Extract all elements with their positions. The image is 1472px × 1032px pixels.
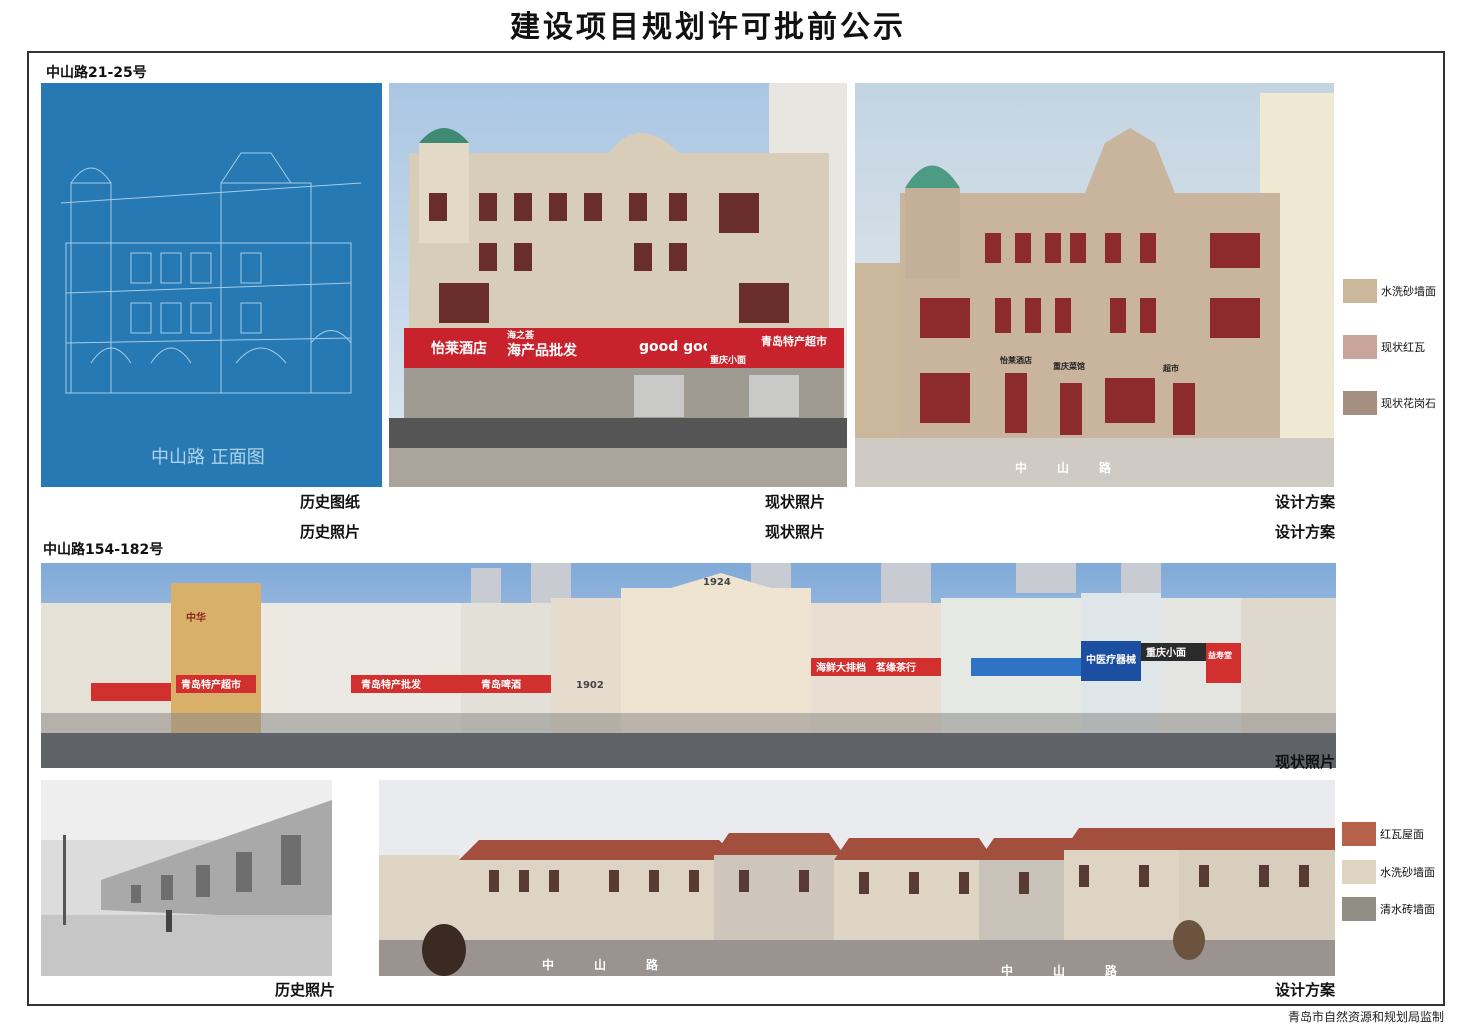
pano-sign-6: 1924	[703, 577, 731, 588]
sign-seafood: 海产品批发	[507, 342, 578, 359]
blueprint-text: 中山路 正面图	[151, 447, 265, 468]
sign-specialty: 青岛特产超市	[761, 334, 827, 348]
blueprint-image: 中山路 正面图	[41, 83, 382, 487]
caption-current-photo-2: 现状照片	[764, 523, 825, 541]
pano-sign-5: 1902	[576, 680, 604, 691]
caption-design-3: 设计方案	[1274, 981, 1335, 999]
design-sign-market: 超市	[1162, 363, 1179, 373]
caption-current-photo-3: 现状照片	[1274, 753, 1335, 771]
legend-swatch	[1342, 860, 1376, 884]
section-label-154-182: 中山路154-182号	[43, 542, 164, 558]
caption-history-photo-1: 历史照片	[299, 523, 360, 541]
pano-sign-7: 海鲜大排档	[816, 661, 866, 674]
legend-label: 现状红瓦	[1381, 341, 1425, 354]
design-panorama-render: 中山路 中山路	[379, 780, 1335, 976]
legend-label: 水洗砂墙面	[1380, 866, 1435, 879]
legend-label: 红瓦屋面	[1380, 828, 1424, 841]
sign-seafood-top: 海之荟	[507, 329, 535, 341]
design-sign-hotel: 怡莱酒店	[1000, 355, 1032, 365]
footer-credit: 青岛市自然资源和规划局监制	[1287, 1010, 1444, 1024]
page-title: 建设项目规划许可批前公示	[510, 10, 906, 45]
design-render: 怡莱酒店 重庆菜馆 超市 中山路	[855, 83, 1334, 487]
historic-street-photo	[41, 780, 332, 976]
caption-design-1: 设计方案	[1274, 493, 1335, 511]
section-label-21-25: 中山路21-25号	[46, 65, 147, 81]
legend-swatch	[1342, 822, 1376, 846]
design-pano-road-label-1: 中山路	[542, 958, 699, 972]
caption-history-photo-2: 历史照片	[274, 981, 335, 999]
caption-blueprint: 历史图纸	[299, 493, 360, 511]
pano-sign-10: 重庆小面	[1146, 646, 1186, 659]
caption-design-2: 设计方案	[1274, 523, 1335, 541]
legend-label: 水洗砂墙面	[1381, 285, 1436, 298]
legend-swatch	[1343, 335, 1377, 359]
legend-label: 清水砖墙面	[1380, 903, 1435, 916]
design-pano-road-label-2: 中山路	[1001, 964, 1158, 976]
legend-swatch	[1342, 897, 1376, 921]
pano-sign-2: 青岛特产超市	[181, 678, 241, 691]
legend-swatch	[1343, 279, 1377, 303]
design-sign-noodles: 重庆菜馆	[1053, 361, 1085, 371]
sign-noodles: 重庆小面	[710, 354, 746, 366]
pano-sign-1: 中华	[186, 611, 206, 624]
current-photo: 怡莱酒店 海之荟 海产品批发 good goods 青岛特产超市 重庆小面	[389, 83, 847, 487]
pano-sign-4: 青岛啤酒	[481, 678, 521, 691]
design-road-label: 中山路	[1015, 461, 1142, 475]
sign-hotel: 怡莱酒店	[431, 340, 487, 357]
pano-sign-11: 益寿堂	[1208, 650, 1232, 660]
legend-label: 现状花岗石	[1381, 397, 1436, 410]
pano-sign-8: 茗缘茶行	[876, 661, 916, 674]
street-panorama-photo: 中华 青岛特产超市 青岛特产批发 青岛啤酒 1902 1924 海鲜大排档 茗缘…	[41, 563, 1336, 768]
pano-sign-9: 中医疗器械	[1086, 653, 1136, 666]
caption-current-photo-1: 现状照片	[764, 493, 825, 511]
pano-sign-3: 青岛特产批发	[361, 678, 422, 691]
legend-swatch	[1343, 391, 1377, 415]
